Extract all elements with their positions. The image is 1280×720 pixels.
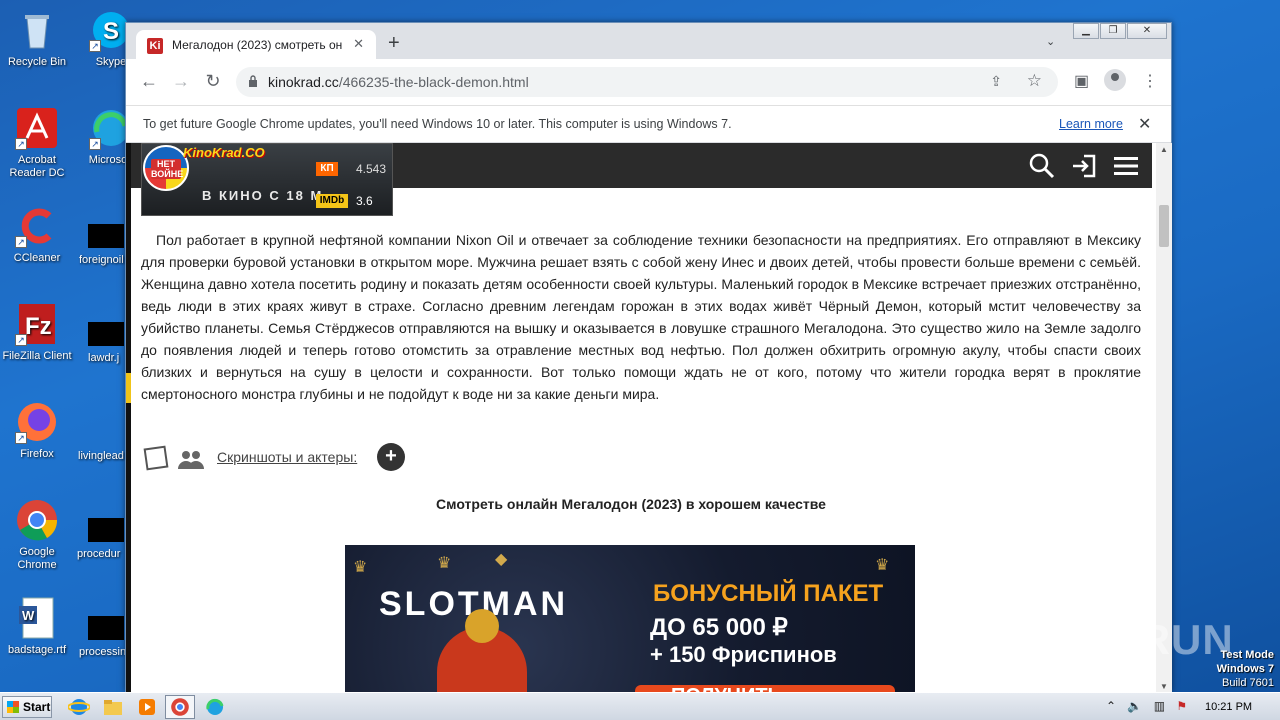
word-document-icon: W bbox=[15, 596, 59, 640]
new-tab-button[interactable]: + bbox=[388, 32, 400, 55]
screenshots-actors-link[interactable]: Скриншоты и актеры: bbox=[217, 449, 357, 465]
lawdr-label[interactable]: lawdr.j bbox=[88, 352, 119, 364]
crown-icon: ♛ bbox=[875, 557, 890, 574]
screenshot-icon[interactable] bbox=[143, 445, 169, 471]
scroll-up-arrow-icon[interactable]: ▲ bbox=[1160, 145, 1168, 154]
scroll-down-arrow-icon[interactable]: ▼ bbox=[1160, 682, 1168, 691]
back-arrow-icon[interactable]: ← bbox=[138, 71, 160, 92]
hamburger-menu-icon[interactable] bbox=[1112, 152, 1140, 180]
kinokrad-favicon-icon: Ki bbox=[147, 38, 163, 54]
site-logo[interactable]: НЕТ ВОЙНЕ KinoKrad.CO bbox=[143, 145, 303, 195]
scroll-thumb[interactable] bbox=[1159, 205, 1169, 247]
redacted-icon bbox=[88, 224, 124, 248]
expand-plus-icon[interactable]: + bbox=[377, 443, 405, 471]
processing-label[interactable]: processin bbox=[79, 646, 126, 658]
crown-icon: ♛ bbox=[353, 559, 368, 576]
page-viewport: В КИНО С 18 М КП 4.543 IMDb 3.6 НЕТ ВОЙНЕ … bbox=[126, 143, 1156, 693]
anyrun-watermark: ANY.RUN bbox=[1040, 616, 1234, 663]
chrome-icon bbox=[171, 698, 189, 716]
learn-more-link[interactable]: Learn more bbox=[1059, 117, 1123, 131]
lock-icon[interactable] bbox=[248, 75, 258, 87]
procedure-label[interactable]: procedur bbox=[77, 548, 120, 560]
clock[interactable]: 10:21 PM bbox=[1205, 701, 1252, 713]
window-controls: ▁ ❐ ✕ bbox=[1072, 23, 1167, 39]
test-mode-watermark: Test Mode Windows 7 Build 7601 bbox=[1216, 649, 1274, 689]
tab-title: Мегалодон (2023) смотреть онлай bbox=[172, 38, 342, 52]
livinglead-label[interactable]: livinglead bbox=[78, 450, 124, 462]
update-infobar: To get future Google Chrome updates, you… bbox=[126, 105, 1171, 143]
logo-text: KinoKrad.CO bbox=[183, 145, 265, 160]
svg-text:S: S bbox=[103, 18, 119, 45]
system-tray: ⌃ 🔈 ▥ ⚑ bbox=[1106, 699, 1187, 713]
firefox-shortcut[interactable]: ↗ Firefox bbox=[0, 400, 74, 461]
chrome-taskbar-button[interactable] bbox=[165, 695, 195, 719]
chrome-icon bbox=[15, 498, 59, 542]
tab-active[interactable]: Ki Мегалодон (2023) смотреть онлай ✕ bbox=[136, 30, 376, 59]
url-text[interactable]: kinokrad.cc/466235-the-black-demon.html bbox=[268, 74, 529, 90]
filezilla-shortcut[interactable]: Fz ↗ FileZilla Client bbox=[0, 302, 74, 363]
window-close-button[interactable]: ✕ bbox=[1127, 23, 1167, 39]
tab-close-icon[interactable]: ✕ bbox=[353, 36, 364, 52]
ad-hero-figure bbox=[437, 609, 527, 693]
side-panel-icon[interactable]: ▣ bbox=[1074, 71, 1089, 91]
bookmark-star-icon[interactable]: ☆ bbox=[1027, 71, 1042, 91]
security-alert-icon[interactable]: ⚑ bbox=[1176, 699, 1187, 713]
tab-search-chevron-icon[interactable]: ⌄ bbox=[1046, 35, 1055, 48]
media-player-icon[interactable] bbox=[136, 697, 158, 717]
slotman-ad-banner[interactable]: ♛ ♛ ◆ ♛ SLOTMAN БОНУСНЫЙ ПАКЕТ ДО 65 000… bbox=[345, 545, 915, 693]
left-edge-strip bbox=[126, 143, 131, 693]
browser-toolbar: ← → ↻ kinokrad.cc/466235-the-black-demon… bbox=[126, 59, 1171, 105]
ccleaner-icon: ↗ bbox=[15, 204, 59, 248]
screenshots-row: Скриншоты и актеры: + bbox=[141, 443, 541, 473]
diamond-icon: ◆ bbox=[495, 551, 508, 568]
chrome-window: Ki Мегалодон (2023) смотреть онлай ✕ + ⌄… bbox=[125, 22, 1172, 693]
address-bar[interactable]: kinokrad.cc/466235-the-black-demon.html … bbox=[236, 67, 1058, 97]
volume-icon[interactable]: 🔈 bbox=[1127, 699, 1142, 713]
movie-description: Пол работает в крупной нефтяной компании… bbox=[141, 232, 1141, 402]
ccleaner-shortcut[interactable]: ↗ CCleaner bbox=[0, 204, 74, 265]
foreignoil-label[interactable]: foreignoil bbox=[79, 254, 124, 266]
actors-icon[interactable] bbox=[177, 449, 205, 469]
filezilla-icon: Fz ↗ bbox=[15, 302, 59, 346]
restore-button[interactable]: ❐ bbox=[1100, 23, 1126, 39]
redacted-icon bbox=[88, 322, 124, 346]
recycle-bin-icon bbox=[15, 8, 59, 52]
internet-explorer-icon[interactable] bbox=[68, 697, 90, 717]
taskbar: Start ⌃ 🔈 ▥ ⚑ 10:21 PM bbox=[0, 692, 1280, 720]
forward-arrow-icon[interactable]: → bbox=[170, 71, 192, 92]
acrobat-icon: ↗ bbox=[15, 106, 59, 150]
edge-icon[interactable] bbox=[204, 697, 226, 717]
search-icon[interactable] bbox=[1028, 152, 1056, 180]
tray-expand-icon[interactable]: ⌃ bbox=[1106, 699, 1116, 713]
tab-strip: Ki Мегалодон (2023) смотреть онлай ✕ + ⌄… bbox=[126, 23, 1171, 59]
infobar-close-icon[interactable]: ✕ bbox=[1138, 114, 1151, 134]
firefox-icon: ↗ bbox=[15, 400, 59, 444]
reload-icon[interactable]: ↻ bbox=[202, 71, 224, 92]
ad-line-3: + 150 Фриспинов bbox=[650, 642, 837, 667]
page-scrollbar[interactable]: ▲ ▼ bbox=[1156, 143, 1172, 693]
login-icon[interactable] bbox=[1070, 152, 1098, 180]
network-icon[interactable]: ▥ bbox=[1154, 699, 1165, 713]
badstage-file[interactable]: W badstage.rtf bbox=[0, 596, 74, 657]
ad-line-1: БОНУСНЫЙ ПАКЕТ bbox=[653, 580, 884, 607]
explorer-folder-icon[interactable] bbox=[102, 697, 124, 717]
svg-text:W: W bbox=[22, 608, 35, 623]
profile-avatar-icon[interactable] bbox=[1104, 69, 1126, 91]
no-war-badge: НЕТ ВОЙНЕ bbox=[151, 159, 184, 179]
chrome-shortcut[interactable]: Google Chrome bbox=[0, 498, 74, 572]
redacted-icon bbox=[88, 518, 124, 542]
redacted-icon bbox=[88, 616, 124, 640]
watch-online-heading: Смотреть онлайн Мегалодон (2023) в хорош… bbox=[436, 496, 826, 512]
menu-kebab-icon[interactable]: ⋮ bbox=[1142, 71, 1158, 91]
start-button[interactable]: Start bbox=[2, 696, 52, 718]
minimize-button[interactable]: ▁ bbox=[1073, 23, 1099, 39]
ad-line-2: ДО 65 000 ₽ bbox=[650, 614, 788, 641]
recycle-bin-shortcut[interactable]: Recycle Bin bbox=[0, 8, 74, 69]
crown-icon: ♛ bbox=[437, 555, 452, 572]
share-icon[interactable]: ⇪ bbox=[990, 73, 1002, 90]
acrobat-shortcut[interactable]: ↗ Acrobat Reader DC bbox=[0, 106, 74, 180]
infobar-message: To get future Google Chrome updates, you… bbox=[143, 117, 732, 131]
svg-text:Fz: Fz bbox=[25, 313, 52, 340]
